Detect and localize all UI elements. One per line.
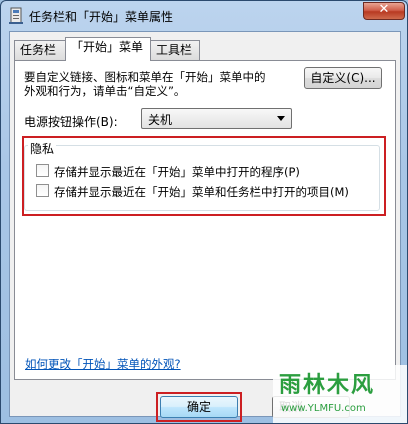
- recent-programs-label: 存储并显示最近在「开始」菜单中打开的程序(P): [54, 165, 300, 179]
- chevron-down-icon: [277, 116, 285, 121]
- power-button-select[interactable]: 关机: [141, 108, 292, 129]
- recent-programs-checkbox[interactable]: [36, 164, 49, 177]
- start-menu-description: 要自定义链接、图标和菜单在「开始」菜单中的 外观和行为，请单击“自定义”。: [24, 70, 266, 98]
- taskbar-properties-icon: [8, 7, 24, 25]
- tab-taskbar[interactable]: 任务栏: [14, 40, 66, 60]
- power-button-value: 关机: [148, 113, 173, 127]
- recent-items-label: 存储并显示最近在「开始」菜单和任务栏中打开的项目(M): [54, 185, 349, 199]
- watermark: 雨林木风 www.YLMFU.com: [273, 365, 407, 423]
- recent-items-checkbox[interactable]: [36, 184, 49, 197]
- watermark-url: www.YLMFU.com: [281, 403, 366, 414]
- title-bar[interactable]: 任务栏和「开始」菜单属性 ✕: [1, 1, 407, 31]
- close-button[interactable]: ✕: [363, 2, 405, 20]
- close-icon: ✕: [378, 2, 390, 17]
- recent-programs-option[interactable]: 存储并显示最近在「开始」菜单中打开的程序(P): [36, 164, 300, 180]
- properties-window: 任务栏和「开始」菜单属性 ✕ 任务栏 「开始」菜单 工具栏 要自定义链接、图标和…: [0, 0, 408, 424]
- watermark-logo: 雨林木风: [279, 373, 376, 398]
- help-link[interactable]: 如何更改「开始」菜单的外观?: [25, 356, 181, 372]
- window-title: 任务栏和「开始」菜单属性: [29, 10, 174, 24]
- dialog-client: 任务栏 「开始」菜单 工具栏 要自定义链接、图标和菜单在「开始」菜单中的 外观和…: [9, 31, 401, 422]
- tab-toolbars[interactable]: 工具栏: [150, 40, 200, 60]
- power-button-label: 电源按钮操作(B):: [24, 115, 118, 129]
- tab-start-menu[interactable]: 「开始」菜单: [65, 37, 151, 61]
- recent-items-option[interactable]: 存储并显示最近在「开始」菜单和任务栏中打开的项目(M): [36, 184, 349, 200]
- customize-button[interactable]: 自定义(C)...: [304, 67, 382, 89]
- ok-button[interactable]: 确定: [160, 396, 238, 418]
- privacy-legend: 隐私: [28, 140, 57, 157]
